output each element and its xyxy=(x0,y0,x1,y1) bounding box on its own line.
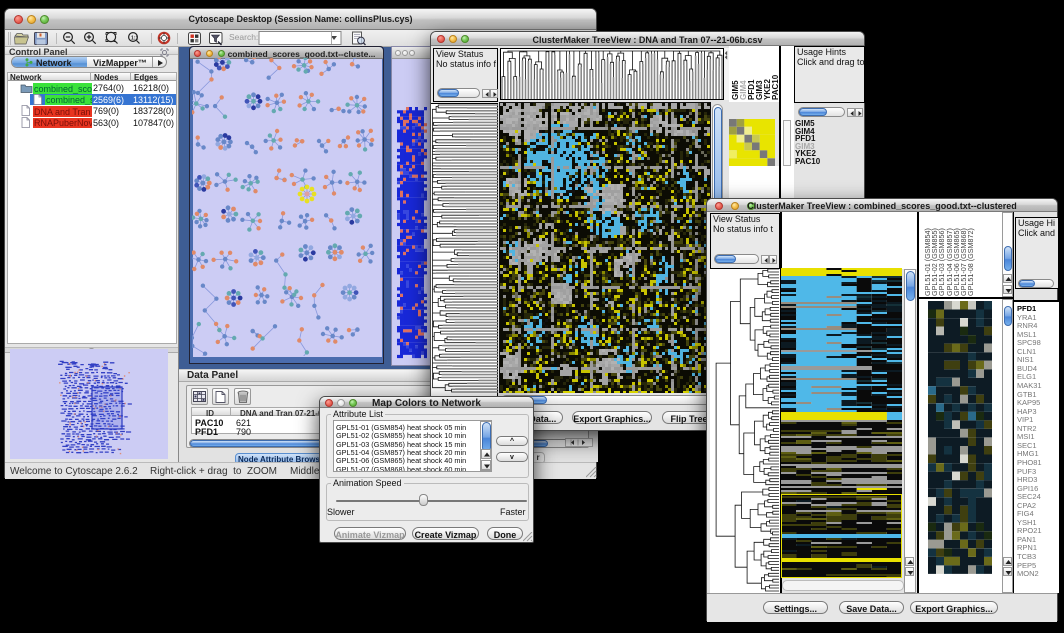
svg-text:Search:: Search: xyxy=(229,32,258,42)
svg-text:1:1: 1:1 xyxy=(131,36,138,42)
